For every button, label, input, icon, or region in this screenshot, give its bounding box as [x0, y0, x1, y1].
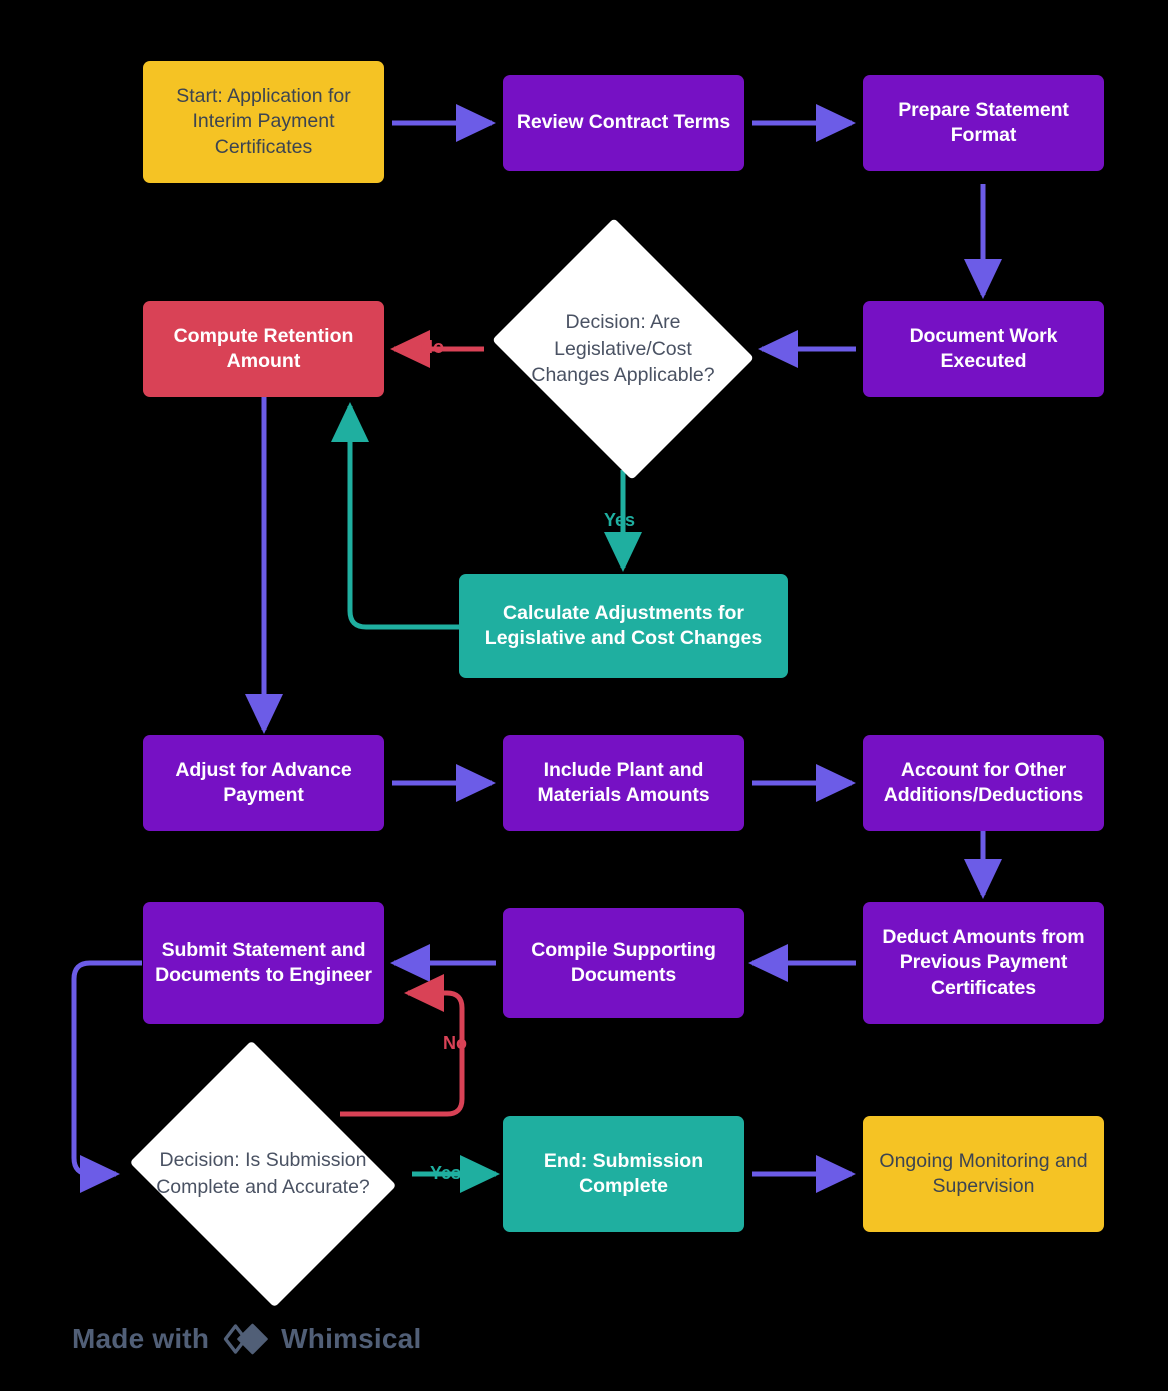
node-label: Submit Statement and Documents to Engine… — [155, 938, 372, 986]
node-compute-retention-amount[interactable]: Compute Retention Amount — [143, 301, 384, 397]
node-label: Document Work Executed — [909, 324, 1058, 372]
edge-label-yes-decision2: Yes — [430, 1163, 462, 1183]
node-prepare-statement-format[interactable]: Prepare Statement Format — [863, 75, 1104, 171]
node-compile-supporting-documents[interactable]: Compile Supporting Documents — [503, 908, 744, 1018]
node-label: Include Plant and Materials Amounts — [537, 758, 710, 806]
flowchart-canvas: Start: Application for Interim Payment C… — [0, 0, 1168, 1391]
watermark-prefix: Made with — [72, 1323, 210, 1354]
node-ongoing-monitoring[interactable]: Ongoing Monitoring and Supervision — [863, 1116, 1104, 1232]
node-label: Compute Retention Amount — [173, 324, 354, 372]
node-include-plant-materials[interactable]: Include Plant and Materials Amounts — [503, 735, 744, 831]
node-deduct-previous-amounts[interactable]: Deduct Amounts from Previous Payment Cer… — [863, 902, 1104, 1024]
node-label: Compile Supporting Documents — [531, 938, 716, 986]
whimsical-diamond-logo — [223, 1323, 268, 1355]
node-label: Ongoing Monitoring and Supervision — [879, 1149, 1088, 1197]
whimsical-watermark: Made with Whimsical — [72, 1322, 421, 1356]
edge-label-no-decision1: No — [420, 337, 444, 357]
node-label: Start: Application for Interim Payment C… — [176, 84, 351, 158]
node-account-other-additions-deductions[interactable]: Account for Other Additions/Deductions — [863, 735, 1104, 831]
node-label: Calculate Adjustments for Legislative an… — [484, 601, 763, 649]
watermark-brand: Whimsical — [281, 1323, 422, 1354]
node-start-application[interactable]: Start: Application for Interim Payment C… — [143, 61, 384, 183]
node-label: Review Contract Terms — [516, 111, 731, 134]
node-review-contract-terms[interactable]: Review Contract Terms — [503, 75, 744, 171]
edge-calcadjustments-to-retention-loop — [331, 401, 460, 630]
node-label: End: Submission Complete — [543, 1149, 704, 1197]
node-document-work-executed[interactable]: Document Work Executed — [863, 301, 1104, 397]
node-label: Decision: Is Submission Complete and Acc… — [156, 1149, 370, 1198]
node-label: Account for Other Additions/Deductions — [883, 758, 1084, 806]
node-decision-legislative-cost-changes[interactable]: Decision: Are Legislative/Cost Changes A… — [483, 218, 763, 480]
node-label: Prepare Statement Format — [898, 98, 1069, 146]
node-end-submission-complete[interactable]: End: Submission Complete — [503, 1116, 744, 1232]
node-calculate-adjustments[interactable]: Calculate Adjustments for Legislative an… — [459, 574, 788, 678]
node-submit-statement-engineer[interactable]: Submit Statement and Documents to Engine… — [143, 902, 384, 1024]
node-label: Adjust for Advance Payment — [175, 758, 352, 806]
node-decision-submission-complete[interactable]: Decision: Is Submission Complete and Acc… — [118, 1040, 408, 1308]
edge-label-no-decision2: No — [443, 1033, 467, 1053]
edge-label-yes-decision1: Yes — [604, 510, 636, 530]
node-label: Deduct Amounts from Previous Payment Cer… — [882, 925, 1085, 999]
node-label: Decision: Are Legislative/Cost Changes A… — [531, 310, 715, 387]
node-adjust-advance-payment[interactable]: Adjust for Advance Payment — [143, 735, 384, 831]
